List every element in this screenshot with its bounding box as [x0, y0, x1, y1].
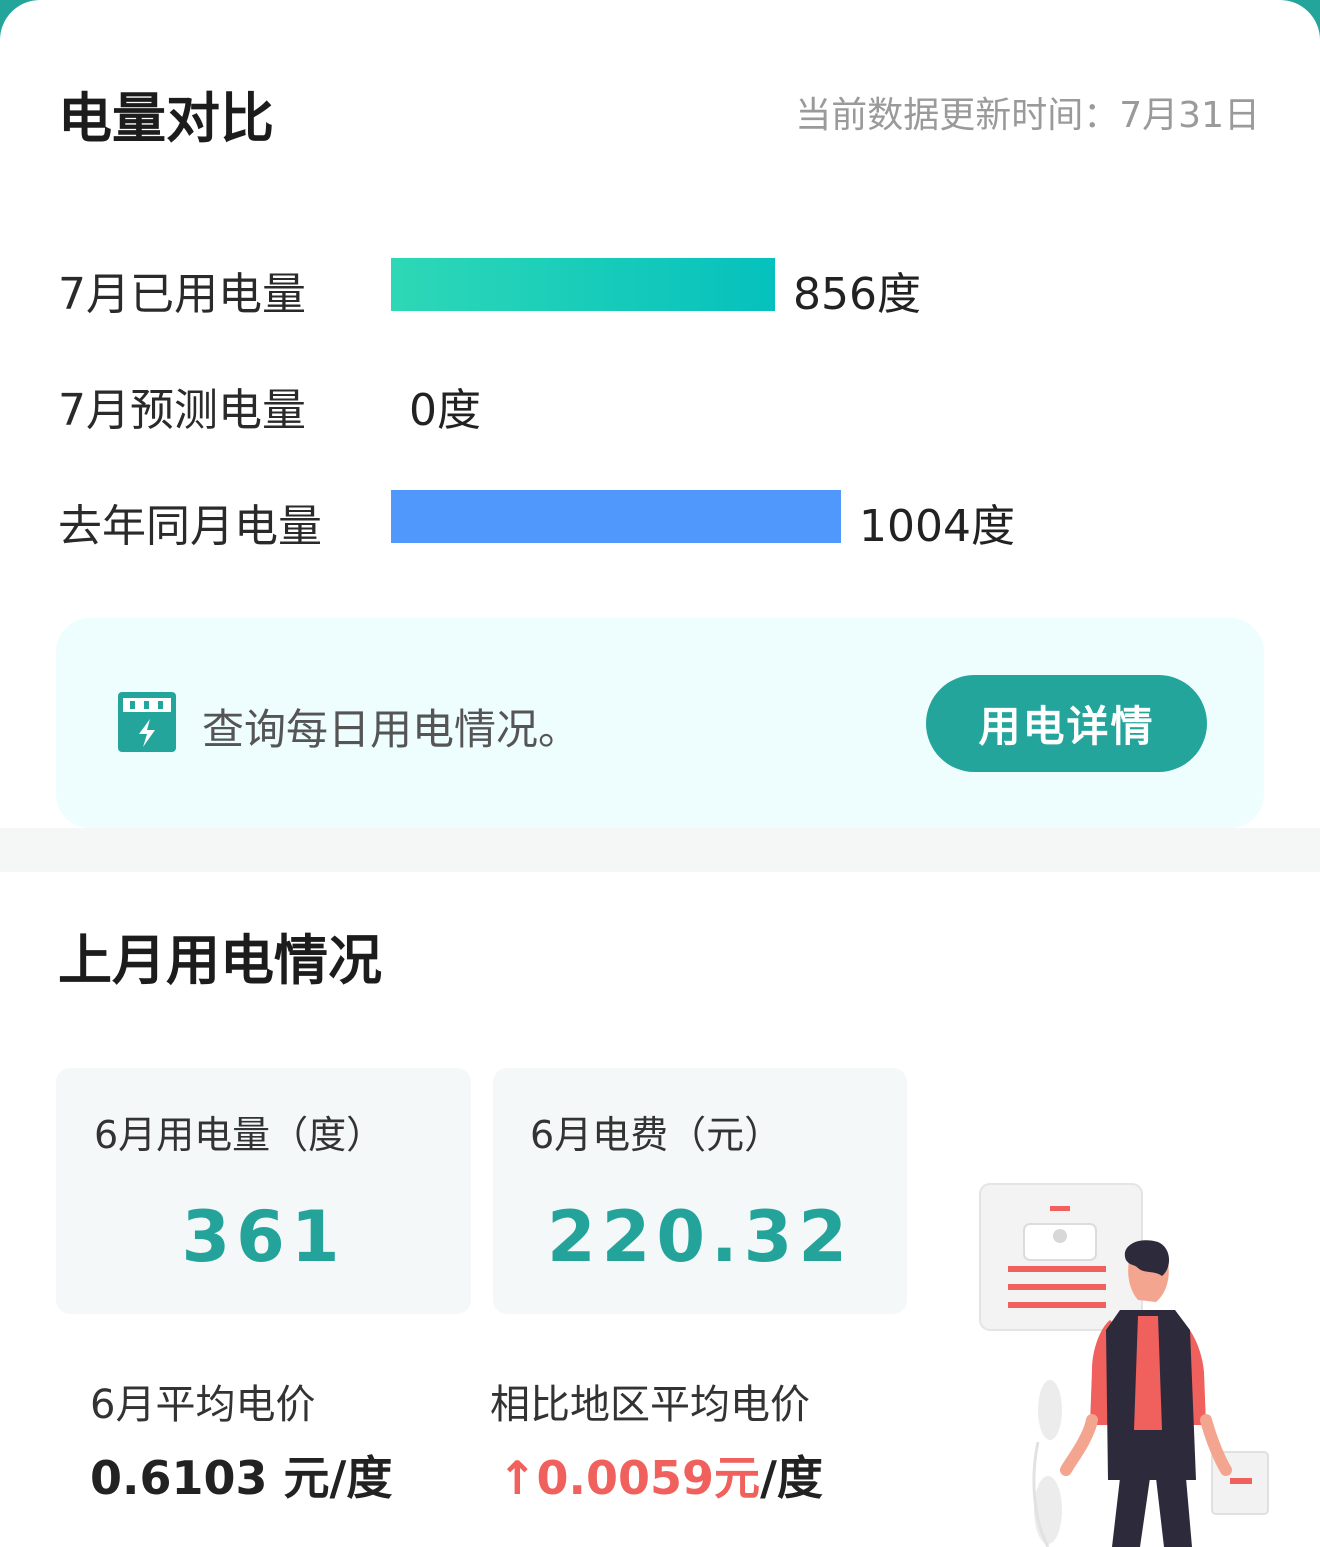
avg-price-label: 6月平均电价	[90, 1382, 316, 1428]
used-bar	[391, 258, 775, 311]
usage-detail-button[interactable]: 用电详情	[926, 675, 1207, 772]
section-divider	[0, 828, 1320, 872]
usage-stat-value: 361	[181, 1196, 346, 1278]
update-time: 当前数据更新时间：7月31日	[720, 86, 1260, 138]
compare-price-label: 相比地区平均电价	[490, 1382, 810, 1428]
used-label: 7月已用电量	[58, 269, 306, 320]
last-year-bar	[391, 490, 841, 543]
person-with-bill-illustration	[979, 1183, 1269, 1547]
compare-title: 电量对比	[58, 87, 274, 150]
update-date: 7月31日	[1119, 95, 1260, 136]
compare-price-value: ↑0.0059元/度	[498, 1442, 823, 1508]
last-month-title: 上月用电情况	[58, 929, 382, 992]
compare-price-diff: 0.0059元	[536, 1451, 761, 1505]
arrow-up-icon: ↑	[498, 1451, 537, 1505]
forecast-label: 7月预测电量	[58, 385, 306, 436]
fee-stat-value: 220.32	[546, 1196, 854, 1278]
last-year-label: 去年同月电量	[58, 501, 322, 552]
electric-meter-icon	[118, 692, 176, 752]
update-label: 当前数据更新时间：	[795, 95, 1120, 136]
usage-stat-label: 6月用电量（度）	[94, 1113, 385, 1157]
fee-stat-label: 6月电费（元）	[530, 1113, 783, 1157]
compare-price-unit: /度	[760, 1451, 823, 1505]
last-year-value: 1004度	[859, 501, 1015, 552]
avg-price-value: 0.6103 元/度	[90, 1451, 393, 1505]
forecast-value: 0度	[409, 385, 481, 436]
used-value: 856度	[793, 269, 921, 320]
daily-usage-text: 查询每日用电情况。	[202, 705, 581, 754]
